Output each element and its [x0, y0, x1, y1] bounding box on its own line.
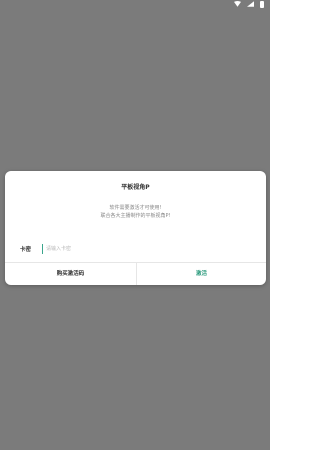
dialog-message: 软件需要激活才可使用! 联合各大主播制作的平板视角P! [5, 204, 266, 220]
status-icons [234, 0, 264, 8]
status-bar [0, 0, 270, 8]
dialog-message-line-2: 联合各大主播制作的平板视角P! [100, 213, 171, 219]
activate-button[interactable]: 激活 [137, 263, 266, 285]
card-key-label: 卡密 [20, 247, 32, 253]
dialog-message-line-1: 软件需要激活才可使用! [109, 205, 162, 211]
card-key-input[interactable] [42, 244, 246, 254]
buy-activation-code-button[interactable]: 购买激活码 [5, 263, 136, 285]
wifi-icon [234, 1, 241, 7]
signal-icon [247, 1, 254, 7]
battery-icon [260, 0, 264, 8]
screen: 平板视角P 软件需要激活才可使用! 联合各大主播制作的平板视角P! 卡密 购买激… [0, 0, 270, 450]
activation-dialog: 平板视角P 软件需要激活才可使用! 联合各大主播制作的平板视角P! 卡密 购买激… [5, 171, 266, 285]
dialog-title: 平板视角P [121, 184, 150, 191]
card-key-row: 卡密 [20, 243, 246, 255]
